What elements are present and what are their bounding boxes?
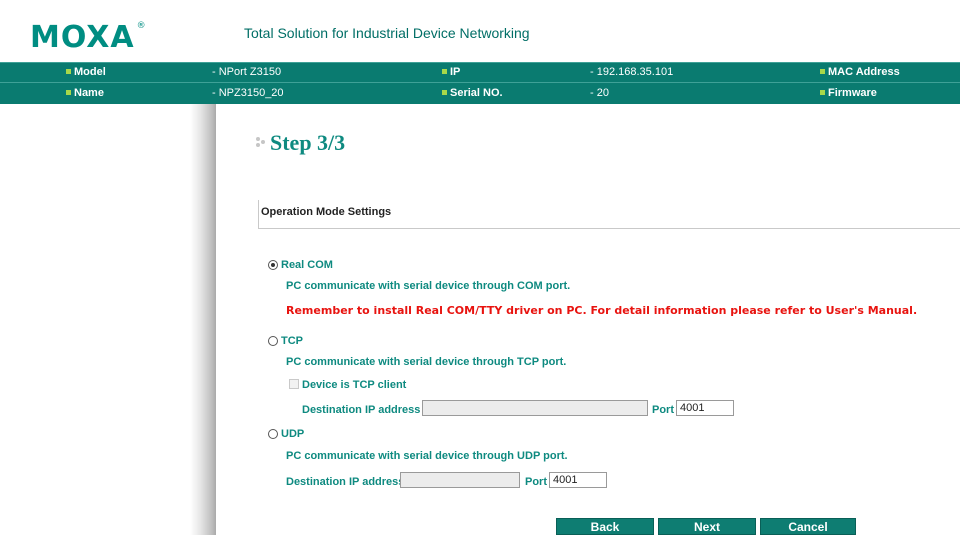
bullet-icon xyxy=(66,68,71,74)
logo-area: MOXA ® xyxy=(0,0,206,62)
driver-warning: Remember to install Real COM/TTY driver … xyxy=(286,304,918,317)
ip-label-cell: IP xyxy=(442,66,460,78)
tcp-description: PC communicate with serial device throug… xyxy=(286,356,567,368)
bullet-icon xyxy=(820,68,825,74)
ip-value: - 192.168.35.101 xyxy=(590,66,674,78)
firmware-label-cell: Firmware xyxy=(820,87,877,99)
name-label-cell: Name xyxy=(66,87,104,99)
serial-label-cell: Serial NO. xyxy=(442,87,503,99)
udp-port-label: Port xyxy=(525,476,547,488)
section-heading: Operation Mode Settings xyxy=(261,206,392,218)
model-label: Model xyxy=(74,66,106,78)
tcp-client-checkbox[interactable] xyxy=(289,379,299,389)
real-com-label[interactable]: Real COM xyxy=(281,259,333,271)
dots-icon xyxy=(256,137,268,149)
udp-description: PC communicate with serial device throug… xyxy=(286,450,568,462)
tcp-dest-ip-input[interactable] xyxy=(422,400,648,416)
next-button[interactable]: Next xyxy=(658,518,756,535)
real-com-radio[interactable] xyxy=(268,260,278,270)
registered-mark: ® xyxy=(136,21,147,31)
tcp-radio[interactable] xyxy=(268,336,278,346)
mac-label-cell: MAC Address xyxy=(820,66,900,78)
ip-label: IP xyxy=(450,66,461,78)
info-bar-mid-line xyxy=(0,82,960,83)
tagline: Total Solution for Industrial Device Net… xyxy=(244,25,530,41)
udp-dest-ip-label: Destination IP address xyxy=(286,476,405,488)
tcp-client-label: Device is TCP client xyxy=(302,379,407,391)
bullet-icon xyxy=(820,89,825,95)
name-value: - NPZ3150_20 xyxy=(212,87,284,99)
udp-port-input[interactable] xyxy=(549,472,607,488)
udp-dest-ip-input[interactable] xyxy=(400,472,520,488)
bullet-icon xyxy=(442,89,447,95)
section-divider-vertical xyxy=(258,200,259,228)
back-button[interactable]: Back xyxy=(556,518,654,535)
udp-radio[interactable] xyxy=(268,429,278,439)
bullet-icon xyxy=(442,68,447,74)
real-com-description: PC communicate with serial device throug… xyxy=(286,280,571,292)
bullet-icon xyxy=(66,89,71,95)
udp-label[interactable]: UDP xyxy=(281,428,304,440)
tcp-dest-ip-label: Destination IP address xyxy=(302,404,421,416)
mac-label: MAC Address xyxy=(828,66,900,78)
model-label-cell: Model xyxy=(66,66,106,78)
tcp-port-label: Port xyxy=(652,404,674,416)
firmware-label: Firmware xyxy=(828,87,877,99)
section-divider xyxy=(258,228,960,229)
tcp-label[interactable]: TCP xyxy=(281,335,303,347)
name-label: Name xyxy=(74,87,104,99)
serial-label: Serial NO. xyxy=(450,87,503,99)
sidebar-shadow xyxy=(190,104,216,535)
cancel-button[interactable]: Cancel xyxy=(760,518,856,535)
tcp-port-input[interactable] xyxy=(676,400,734,416)
info-bar-top-line xyxy=(0,62,960,63)
model-value: - NPort Z3150 xyxy=(212,66,282,78)
page-title: Step 3/3 xyxy=(270,130,346,155)
serial-value: - 20 xyxy=(590,87,609,99)
device-info-bar: Model - NPort Z3150 IP - 192.168.35.101 … xyxy=(0,62,960,104)
moxa-logo: MOXA ® xyxy=(30,20,147,55)
logo-text: MOXA xyxy=(30,20,135,55)
